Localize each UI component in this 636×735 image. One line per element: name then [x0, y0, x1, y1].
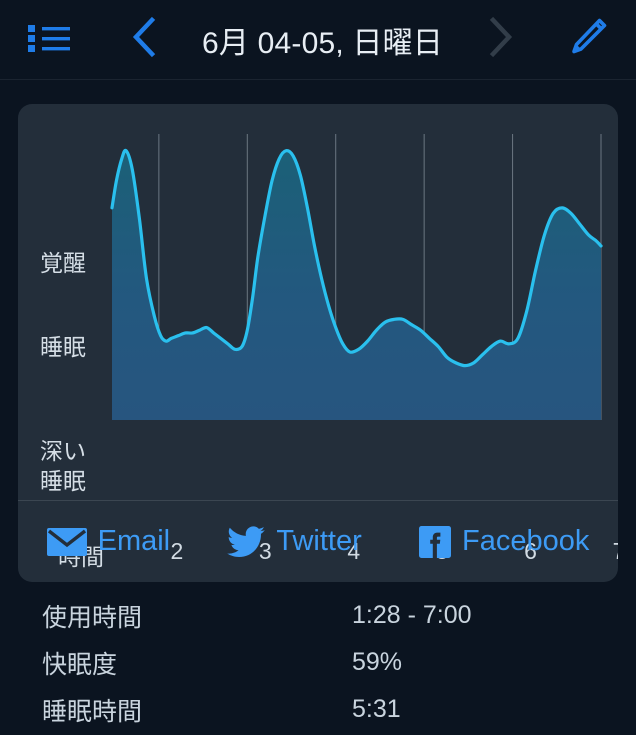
share-twitter-label: Twitter: [276, 525, 362, 557]
share-twitter-button[interactable]: Twitter: [227, 525, 362, 558]
sleep-chart-svg: [110, 134, 603, 421]
stat-row-usage-time: 使用時間 1:28 - 7:00: [0, 592, 636, 639]
y-axis-label-awake: 覚醒: [40, 250, 86, 276]
page-title: 6月 04-05, 日曜日: [201, 27, 444, 60]
share-email-button[interactable]: Email: [46, 525, 171, 558]
share-facebook-label: Facebook: [462, 525, 590, 557]
share-row: Email Twitter Facebook: [18, 501, 618, 582]
sleep-chart-card: 覚醒 睡眠 深い 睡眠 時間 234567 Email: [18, 104, 618, 582]
twitter-icon: [227, 525, 266, 558]
stat-value: 5:31: [352, 695, 401, 723]
stat-label: 使用時間: [42, 603, 143, 632]
stat-label: 睡眠時間: [42, 697, 143, 726]
chevron-right-icon: [488, 16, 514, 63]
previous-day-button[interactable]: [118, 8, 170, 70]
stats-list: 使用時間 1:28 - 7:00 快眠度 59% 睡眠時間 5:31: [0, 592, 636, 733]
pencil-icon: [566, 15, 610, 64]
sleep-chart[interactable]: 覚醒 睡眠 深い 睡眠: [18, 104, 618, 500]
email-icon: [46, 527, 87, 556]
stat-value: 59%: [352, 648, 403, 676]
list-icon: [28, 23, 70, 58]
share-facebook-button[interactable]: Facebook: [419, 525, 589, 558]
chevron-left-icon: [131, 16, 157, 63]
edit-button[interactable]: [556, 8, 620, 70]
stat-value: 1:28 - 7:00: [352, 601, 472, 629]
y-axis-label-sleep: 睡眠: [40, 334, 86, 360]
menu-button[interactable]: [22, 19, 76, 61]
stat-label: 快眠度: [42, 650, 118, 679]
stat-row-sleep-duration: 睡眠時間 5:31: [0, 686, 636, 733]
y-axis-label-deep-sleep-line2: 睡眠: [40, 468, 86, 494]
stat-row-sleep-quality: 快眠度 59%: [0, 639, 636, 686]
y-axis-label-deep-sleep: 深い 睡眠: [40, 436, 86, 496]
share-email-label: Email: [97, 525, 171, 557]
app-header: 6月 04-05, 日曜日: [0, 0, 636, 80]
chart-area-fill: [112, 150, 601, 421]
y-axis-label-deep-sleep-line1: 深い: [40, 438, 86, 464]
next-day-button[interactable]: [473, 8, 529, 70]
facebook-icon: [419, 525, 451, 558]
